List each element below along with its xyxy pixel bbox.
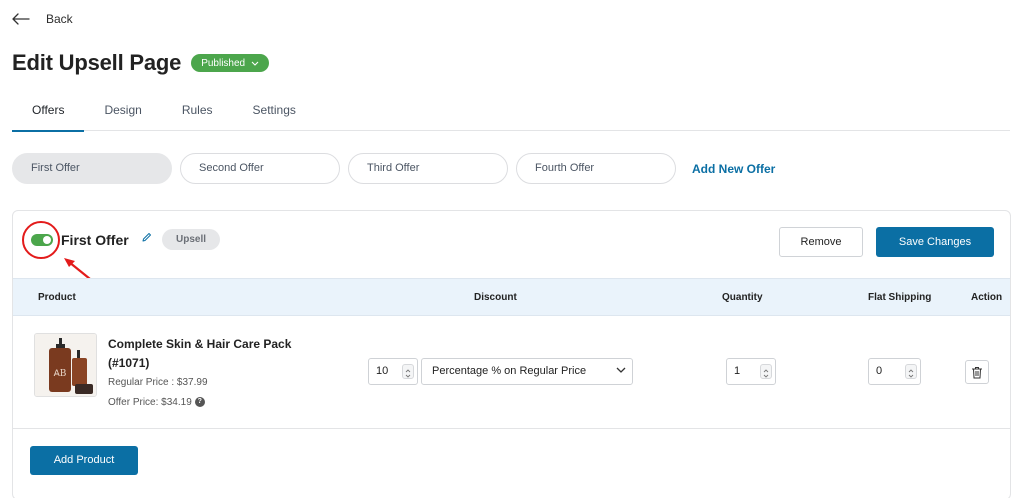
offer-tab-second[interactable]: Second Offer [180,153,340,184]
offer-tabs: First Offer Second Offer Third Offer Fou… [12,153,775,184]
question-icon[interactable]: ? [194,397,205,408]
status-dropdown[interactable]: Published [191,54,270,72]
product-thumbnail: ꓮB [34,333,97,397]
tab-design[interactable]: Design [84,97,161,131]
flat-shipping-stepper[interactable]: 0 [868,358,921,385]
offer-card-header: First Offer Upsell Remove Save Changes [13,211,1010,285]
chevron-down-icon [616,367,626,373]
discount-type-value: Percentage % on Regular Price [432,365,587,377]
offer-price: Offer Price: $34.19 [108,397,192,408]
pencil-icon[interactable] [141,232,152,243]
quantity-value: 1 [734,365,741,377]
discount-value-stepper[interactable]: 10 [368,358,418,385]
product-image: ꓮB [35,334,96,396]
col-product: Product [38,292,76,303]
flat-shipping-value: 0 [876,365,883,377]
stepper-arrows-icon[interactable] [402,364,414,379]
annotation-circle [22,221,60,259]
discount-type-select[interactable]: Percentage % on Regular Price [421,358,633,385]
col-quantity: Quantity [722,292,763,303]
stepper-arrows-icon[interactable] [905,364,917,379]
svg-text:ꓮB: ꓮB [54,369,67,379]
tab-settings[interactable]: Settings [233,97,316,131]
tab-offers[interactable]: Offers [12,97,85,132]
status-label: Published [201,57,246,69]
offer-type-badge: Upsell [162,229,221,250]
add-new-offer-link[interactable]: Add New Offer [692,162,775,176]
stepper-arrows-icon[interactable] [760,364,772,379]
delete-product-button[interactable] [965,360,989,384]
col-action: Action [971,292,1003,303]
arrow-left-icon [12,13,30,25]
offer-tab-fourth[interactable]: Fourth Offer [516,153,676,184]
save-changes-button[interactable]: Save Changes [876,227,994,257]
col-discount: Discount [474,292,517,303]
table-header: Product Discount Quantity Flat Shipping … [13,278,1010,316]
table-row: ꓮB Complete Skin & Hair Care Pack (#1071… [13,316,1010,429]
offer-tab-third[interactable]: Third Offer [348,153,508,184]
tab-rules[interactable]: Rules [162,97,233,131]
offer-tab-first[interactable]: First Offer [12,153,172,184]
add-product-button[interactable]: Add Product [30,446,138,475]
page-header: Edit Upsell Page Published [12,50,270,76]
offer-name: First Offer [61,232,129,248]
col-flat-shipping: Flat Shipping [868,292,932,303]
product-name: Complete Skin & Hair Care Pack (#1071) [108,337,292,370]
page-title: Edit Upsell Page [12,50,182,75]
chevron-down-icon [251,61,259,66]
back-label: Back [46,12,73,26]
trash-icon [972,366,982,378]
discount-value: 10 [376,365,389,377]
offer-price-wrap: Offer Price: $34.19? [108,397,205,408]
quantity-stepper[interactable]: 1 [726,358,776,385]
offer-card: First Offer Upsell Remove Save Changes P… [12,210,1011,498]
regular-price: Regular Price : $37.99 [108,377,208,388]
remove-button[interactable]: Remove [779,227,863,257]
back-link[interactable]: Back [12,12,73,26]
main-tabs: Offers Design Rules Settings [12,97,1010,132]
